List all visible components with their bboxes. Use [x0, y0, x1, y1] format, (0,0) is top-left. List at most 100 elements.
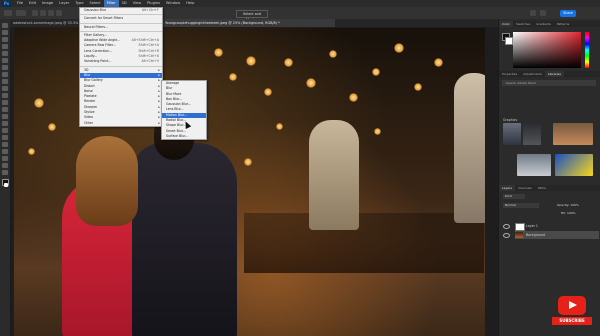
- home-icon[interactable]: [4, 10, 12, 16]
- artboard-tool-icon[interactable]: [2, 30, 8, 35]
- library-thumbnail[interactable]: [523, 123, 541, 145]
- menu-item-surface-blur[interactable]: Surface Blur...: [162, 134, 206, 139]
- type-tool-icon[interactable]: [2, 142, 8, 147]
- search-icon[interactable]: [530, 10, 536, 16]
- add-selection-icon[interactable]: [40, 10, 46, 16]
- tab-swatches[interactable]: Swatches: [513, 21, 533, 27]
- tab-layers[interactable]: Layers: [499, 185, 515, 191]
- fill-field[interactable]: Fill: 100%: [561, 211, 576, 216]
- menu-item-other[interactable]: Other ▸: [80, 121, 162, 126]
- layer-thumbnail: [515, 223, 525, 231]
- visibility-eye-icon[interactable]: [503, 224, 510, 229]
- hue-slider[interactable]: [585, 32, 589, 68]
- library-thumbnail[interactable]: [553, 123, 593, 145]
- menu-separator: [80, 14, 162, 16]
- menu-file[interactable]: File: [14, 0, 26, 7]
- zoom-tool-icon[interactable]: [2, 170, 8, 175]
- lasso-tool-icon[interactable]: [2, 44, 8, 49]
- background-color-swatch[interactable]: [4, 183, 8, 187]
- color-picker-field[interactable]: [513, 32, 581, 68]
- healing-brush-tool-icon[interactable]: [2, 79, 8, 84]
- menu-plugins[interactable]: Plugins: [144, 0, 163, 7]
- menu-item-convert-for-smart-filters[interactable]: Convert for Smart Filters: [80, 16, 162, 21]
- menu-type[interactable]: Type: [72, 0, 86, 7]
- workspace-icon[interactable]: [540, 10, 546, 16]
- tab-color[interactable]: Color: [499, 21, 513, 27]
- menu-item-label: Smart Blur...: [166, 128, 186, 133]
- menu-item-label: Pixelate: [84, 94, 97, 99]
- menu-layer[interactable]: Layer: [56, 0, 72, 7]
- bokeh-light: [284, 58, 293, 67]
- eraser-tool-icon[interactable]: [2, 107, 8, 112]
- bokeh-light: [229, 73, 237, 81]
- menu-item-label: 3D: [84, 67, 89, 72]
- dodge-tool-icon[interactable]: [2, 128, 8, 133]
- library-thumbnail[interactable]: [555, 154, 593, 176]
- menu-item-label: Video: [84, 115, 93, 120]
- move-tool-icon[interactable]: [2, 23, 8, 28]
- tab-patterns[interactable]: Patterns: [554, 21, 572, 27]
- menu-item-label: Lens Blur...: [166, 107, 184, 112]
- clone-stamp-tool-icon[interactable]: [2, 93, 8, 98]
- tab-libraries[interactable]: Libraries: [544, 71, 564, 77]
- youtube-subscribe-badge[interactable]: SUBSCRIBE: [552, 296, 592, 328]
- menu-item-label: Filter Gallery...: [84, 32, 107, 37]
- tab-channels[interactable]: Channels: [515, 185, 535, 191]
- menu-item-neural-filters[interactable]: Neural Filters...: [80, 25, 162, 30]
- pen-tool-icon[interactable]: [2, 135, 8, 140]
- tab-adjustments[interactable]: Adjustments: [520, 71, 545, 77]
- tab-properties[interactable]: Properties: [499, 71, 520, 77]
- rectangle-tool-icon[interactable]: [2, 156, 8, 161]
- bokeh-light: [244, 158, 252, 166]
- marquee-tool-icon[interactable]: [2, 37, 8, 42]
- quick-selection-tool-icon[interactable]: [2, 51, 8, 56]
- library-search-input[interactable]: Search Adobe Stock: [502, 80, 596, 86]
- brush-tool-icon[interactable]: [2, 86, 8, 91]
- filter-menu: Gaussian Blur Alt+Ctrl+F Convert for Smart…: [79, 7, 163, 127]
- new-selection-icon[interactable]: [32, 10, 38, 16]
- blur-tool-icon[interactable]: [2, 121, 8, 126]
- menu-item-label: Average: [166, 81, 180, 85]
- menu-select[interactable]: Select: [87, 0, 104, 7]
- layer-name: Layer 1: [526, 224, 538, 228]
- layer-row[interactable]: Layer 1: [503, 222, 599, 231]
- library-thumbnail[interactable]: [503, 123, 521, 145]
- layer-row[interactable]: Background: [503, 231, 599, 239]
- visibility-eye-icon[interactable]: [503, 233, 510, 238]
- tab-gradients[interactable]: Gradients: [533, 21, 554, 27]
- menu-view[interactable]: View: [130, 0, 145, 7]
- menu-edit[interactable]: Edit: [26, 0, 39, 7]
- panels-dock: Color Swatches Gradients Patterns Proper…: [498, 19, 600, 336]
- eyedropper-tool-icon[interactable]: [2, 72, 8, 77]
- menu-shortcut: Alt+Ctrl+V: [141, 59, 159, 64]
- select-and-mask-button[interactable]: Select and Mask...: [236, 10, 268, 22]
- library-section-label: Graphics: [503, 118, 518, 122]
- intersect-selection-icon[interactable]: [56, 10, 62, 16]
- tab-paths[interactable]: Paths: [535, 185, 549, 191]
- crop-tool-icon[interactable]: [2, 58, 8, 63]
- bokeh-light: [434, 58, 443, 67]
- opacity-field[interactable]: Opacity: 100%: [557, 203, 579, 208]
- blend-mode-select[interactable]: Normal: [503, 203, 539, 208]
- menu-window[interactable]: Window: [163, 0, 183, 7]
- menu-3d[interactable]: 3D: [119, 0, 130, 7]
- menu-help[interactable]: Help: [183, 0, 197, 7]
- gradient-tool-icon[interactable]: [2, 114, 8, 119]
- path-selection-tool-icon[interactable]: [2, 149, 8, 154]
- menu-item-label: Distort: [84, 83, 95, 88]
- subtract-selection-icon[interactable]: [48, 10, 54, 16]
- library-thumbnail[interactable]: [517, 154, 551, 176]
- frame-tool-icon[interactable]: [2, 65, 8, 70]
- menu-item-vanishing-point[interactable]: Vanishing Point... Alt+Ctrl+V: [80, 59, 162, 64]
- background-swatch[interactable]: [505, 37, 513, 45]
- menu-item-gaussian-blur[interactable]: Gaussian Blur Alt+Ctrl+F: [80, 8, 162, 13]
- menu-image[interactable]: Image: [39, 0, 56, 7]
- tool-preset-icon[interactable]: [16, 10, 26, 16]
- share-button[interactable]: Share: [560, 10, 576, 17]
- tab-document-2[interactable]: Youngcouplehugginginthestreet.jpeg @ 25%…: [162, 19, 335, 27]
- history-brush-tool-icon[interactable]: [2, 100, 8, 105]
- bokeh-light: [372, 68, 380, 76]
- hand-tool-icon[interactable]: [2, 163, 8, 168]
- menu-filter[interactable]: Filter: [103, 0, 119, 7]
- layer-filter-kind[interactable]: Kind: [503, 194, 525, 199]
